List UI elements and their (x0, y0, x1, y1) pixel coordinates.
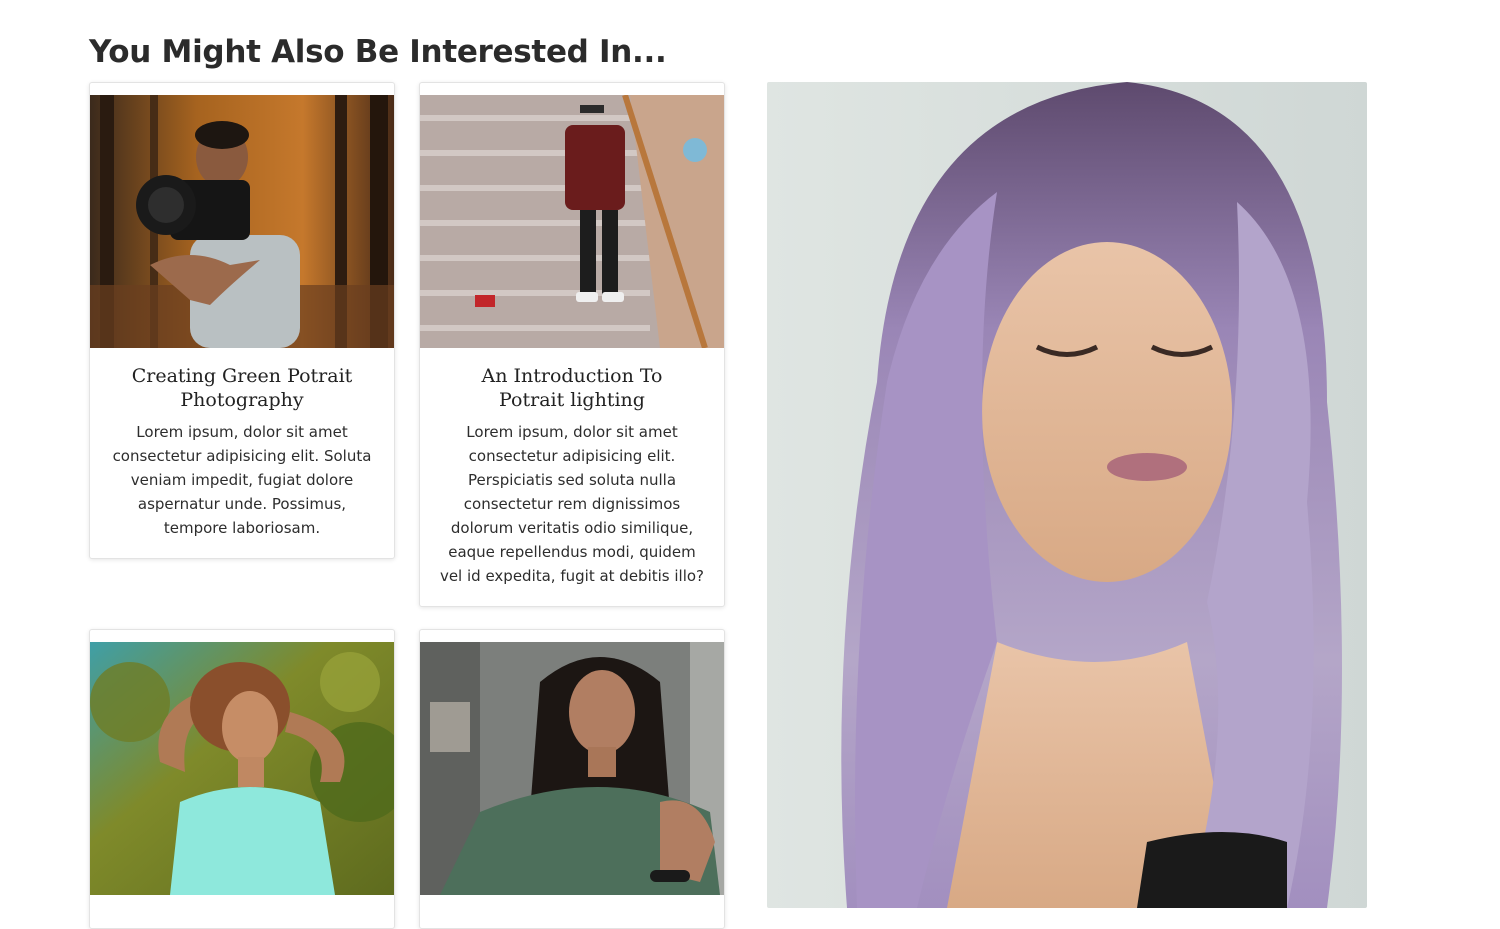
article-thumbnail-photographer[interactable] (90, 95, 394, 348)
article-title[interactable]: An Introduction To Potrait lighting (420, 348, 724, 412)
denim-shirt-woman-image (420, 642, 724, 895)
article-card[interactable] (89, 629, 395, 929)
article-description: Lorem ipsum, dolor sit amet consectetur … (439, 423, 705, 585)
article-thumbnail-stairs[interactable] (420, 95, 724, 348)
article-title[interactable]: Creating Green Potrait Photography (90, 348, 394, 412)
featured-image-purple-hair[interactable] (767, 82, 1367, 908)
article-description: Lorem ipsum, dolor sit amet consectetur … (112, 423, 372, 537)
article-thumbnail-denim-shirt[interactable] (420, 642, 724, 895)
stairs-portrait-image (420, 95, 724, 348)
article-card[interactable]: An Introduction To Potrait lighting Lore… (419, 82, 725, 607)
article-thumbnail-curly-hair[interactable] (90, 642, 394, 895)
purple-hair-woman-image (767, 82, 1367, 908)
curly-hair-woman-image (90, 642, 394, 895)
photographer-camera-image (90, 95, 394, 348)
section-title: You Might Also Be Interested In... (89, 34, 667, 70)
article-card[interactable] (419, 629, 725, 929)
article-card[interactable]: Creating Green Potrait Photography Lorem… (89, 82, 395, 559)
